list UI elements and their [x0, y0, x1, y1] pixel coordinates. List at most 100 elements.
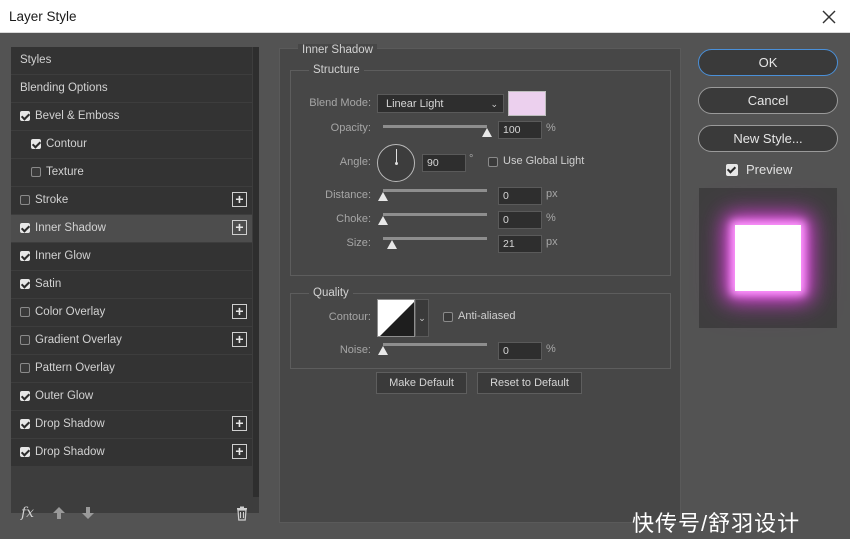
- reset-default-button[interactable]: Reset to Default: [477, 372, 582, 394]
- style-checkbox[interactable]: [20, 335, 30, 345]
- distance-slider[interactable]: [383, 189, 487, 192]
- quality-group: Quality Contour: ⌄ Anti-aliased Noise: 0…: [290, 287, 671, 369]
- noise-label: Noise:: [339, 344, 371, 356]
- size-unit: px: [546, 236, 558, 248]
- preview-thumbnail: [699, 188, 837, 328]
- style-item-label: Inner Shadow: [35, 222, 106, 234]
- choke-input[interactable]: 0: [498, 211, 542, 229]
- distance-label: Distance:: [325, 189, 371, 201]
- angle-input[interactable]: 90: [422, 154, 466, 172]
- noise-unit: %: [546, 343, 556, 355]
- use-global-light-label: Use Global Light: [503, 155, 585, 167]
- add-effect-icon[interactable]: +: [232, 444, 247, 459]
- style-checkbox[interactable]: [20, 195, 30, 205]
- style-item[interactable]: Pattern Overlay: [11, 355, 252, 382]
- style-item[interactable]: Outer Glow: [11, 383, 252, 410]
- contour-picker[interactable]: [377, 299, 415, 337]
- distance-input[interactable]: 0: [498, 187, 542, 205]
- use-global-light-checkbox[interactable]: [488, 157, 498, 167]
- angle-unit: °: [469, 153, 474, 165]
- distance-unit: px: [546, 188, 558, 200]
- style-checkbox[interactable]: [20, 251, 30, 261]
- style-item[interactable]: Blending Options: [11, 75, 252, 102]
- style-item[interactable]: Satin: [11, 271, 252, 298]
- size-label: Size:: [346, 237, 371, 249]
- add-effect-icon[interactable]: +: [232, 304, 247, 319]
- close-icon[interactable]: [818, 6, 840, 28]
- angle-dial[interactable]: [377, 144, 415, 182]
- style-item[interactable]: Gradient Overlay +: [11, 327, 252, 354]
- add-effect-icon[interactable]: +: [232, 220, 247, 235]
- add-effect-icon[interactable]: +: [232, 332, 247, 347]
- scrollbar[interactable]: [253, 47, 259, 513]
- size-slider-thumb[interactable]: [386, 240, 397, 249]
- style-checkbox[interactable]: [20, 419, 30, 429]
- angle-center-dot: [395, 162, 398, 165]
- style-item[interactable]: Drop Shadow +: [11, 411, 252, 438]
- style-item-label: Outer Glow: [35, 390, 94, 402]
- distance-slider-thumb[interactable]: [378, 192, 388, 201]
- opacity-slider-thumb[interactable]: [482, 128, 492, 137]
- styles-list: Styles Blending Options Bevel & Emboss Cont…: [11, 47, 252, 467]
- opacity-slider[interactable]: [383, 125, 487, 128]
- opacity-input[interactable]: 100: [498, 121, 542, 139]
- add-effect-icon[interactable]: +: [232, 416, 247, 431]
- style-item[interactable]: Styles: [11, 47, 252, 74]
- style-item[interactable]: Bevel & Emboss: [11, 103, 252, 130]
- size-slider[interactable]: [383, 237, 487, 240]
- style-checkbox[interactable]: [20, 111, 30, 121]
- style-checkbox[interactable]: [20, 307, 30, 317]
- anti-aliased-checkbox[interactable]: [443, 312, 453, 322]
- style-item[interactable]: Inner Glow: [11, 243, 252, 270]
- style-item-label: Color Overlay: [35, 306, 106, 318]
- arrow-up-icon[interactable]: [51, 505, 67, 521]
- new-style-button[interactable]: New Style...: [698, 125, 838, 152]
- opacity-unit: %: [546, 122, 556, 134]
- style-checkbox[interactable]: [20, 223, 30, 233]
- styles-panel: Styles Blending Options Bevel & Emboss Cont…: [11, 47, 259, 513]
- style-item[interactable]: Stroke +: [11, 187, 252, 214]
- opacity-label: Opacity:: [330, 122, 371, 134]
- style-item[interactable]: Drop Shadow +: [11, 439, 252, 466]
- size-input[interactable]: 21: [498, 235, 542, 253]
- noise-slider[interactable]: [383, 343, 487, 346]
- cancel-button[interactable]: Cancel: [698, 87, 838, 114]
- style-item-label: Stroke: [35, 194, 69, 206]
- arrow-down-icon[interactable]: [80, 505, 96, 521]
- style-checkbox[interactable]: [20, 279, 30, 289]
- styles-toolbar: fx: [11, 499, 259, 539]
- style-item[interactable]: Color Overlay +: [11, 299, 252, 326]
- style-checkbox[interactable]: [20, 363, 30, 373]
- style-item-label: Drop Shadow: [35, 446, 105, 458]
- choke-slider[interactable]: [383, 213, 487, 216]
- preview-checkbox[interactable]: [726, 164, 738, 176]
- make-default-button[interactable]: Make Default: [376, 372, 467, 394]
- style-item-label: Texture: [46, 166, 84, 178]
- angle-needle: [396, 149, 397, 163]
- blend-mode-label: Blend Mode:: [309, 97, 371, 109]
- style-checkbox[interactable]: [20, 391, 30, 401]
- trash-icon[interactable]: [234, 505, 250, 521]
- style-checkbox[interactable]: [31, 167, 41, 177]
- style-item[interactable]: Texture: [11, 159, 252, 186]
- choke-slider-thumb[interactable]: [378, 216, 388, 225]
- shadow-color-swatch[interactable]: [508, 91, 546, 116]
- style-checkbox[interactable]: [31, 139, 41, 149]
- style-item[interactable]: Inner Shadow +: [11, 215, 252, 242]
- style-item[interactable]: Contour: [11, 131, 252, 158]
- contour-chevron-icon[interactable]: ⌄: [415, 299, 429, 337]
- noise-slider-thumb[interactable]: [378, 346, 388, 355]
- watermark: 快传号/舒羽设计: [632, 511, 801, 536]
- noise-input[interactable]: 0: [498, 342, 542, 360]
- contour-curve-icon: [380, 302, 414, 336]
- add-effect-icon[interactable]: +: [232, 192, 247, 207]
- quality-title: Quality: [309, 287, 353, 299]
- style-checkbox[interactable]: [20, 447, 30, 457]
- ok-button[interactable]: OK: [698, 49, 838, 76]
- blend-mode-dropdown[interactable]: Linear Light ⌄: [377, 94, 504, 113]
- section-title: Inner Shadow: [298, 44, 377, 56]
- title-bar: Layer Style: [0, 0, 850, 33]
- scrollbar-thumb[interactable]: [253, 47, 259, 497]
- style-item-label: Bevel & Emboss: [35, 110, 120, 122]
- fx-button[interactable]: fx: [21, 505, 34, 521]
